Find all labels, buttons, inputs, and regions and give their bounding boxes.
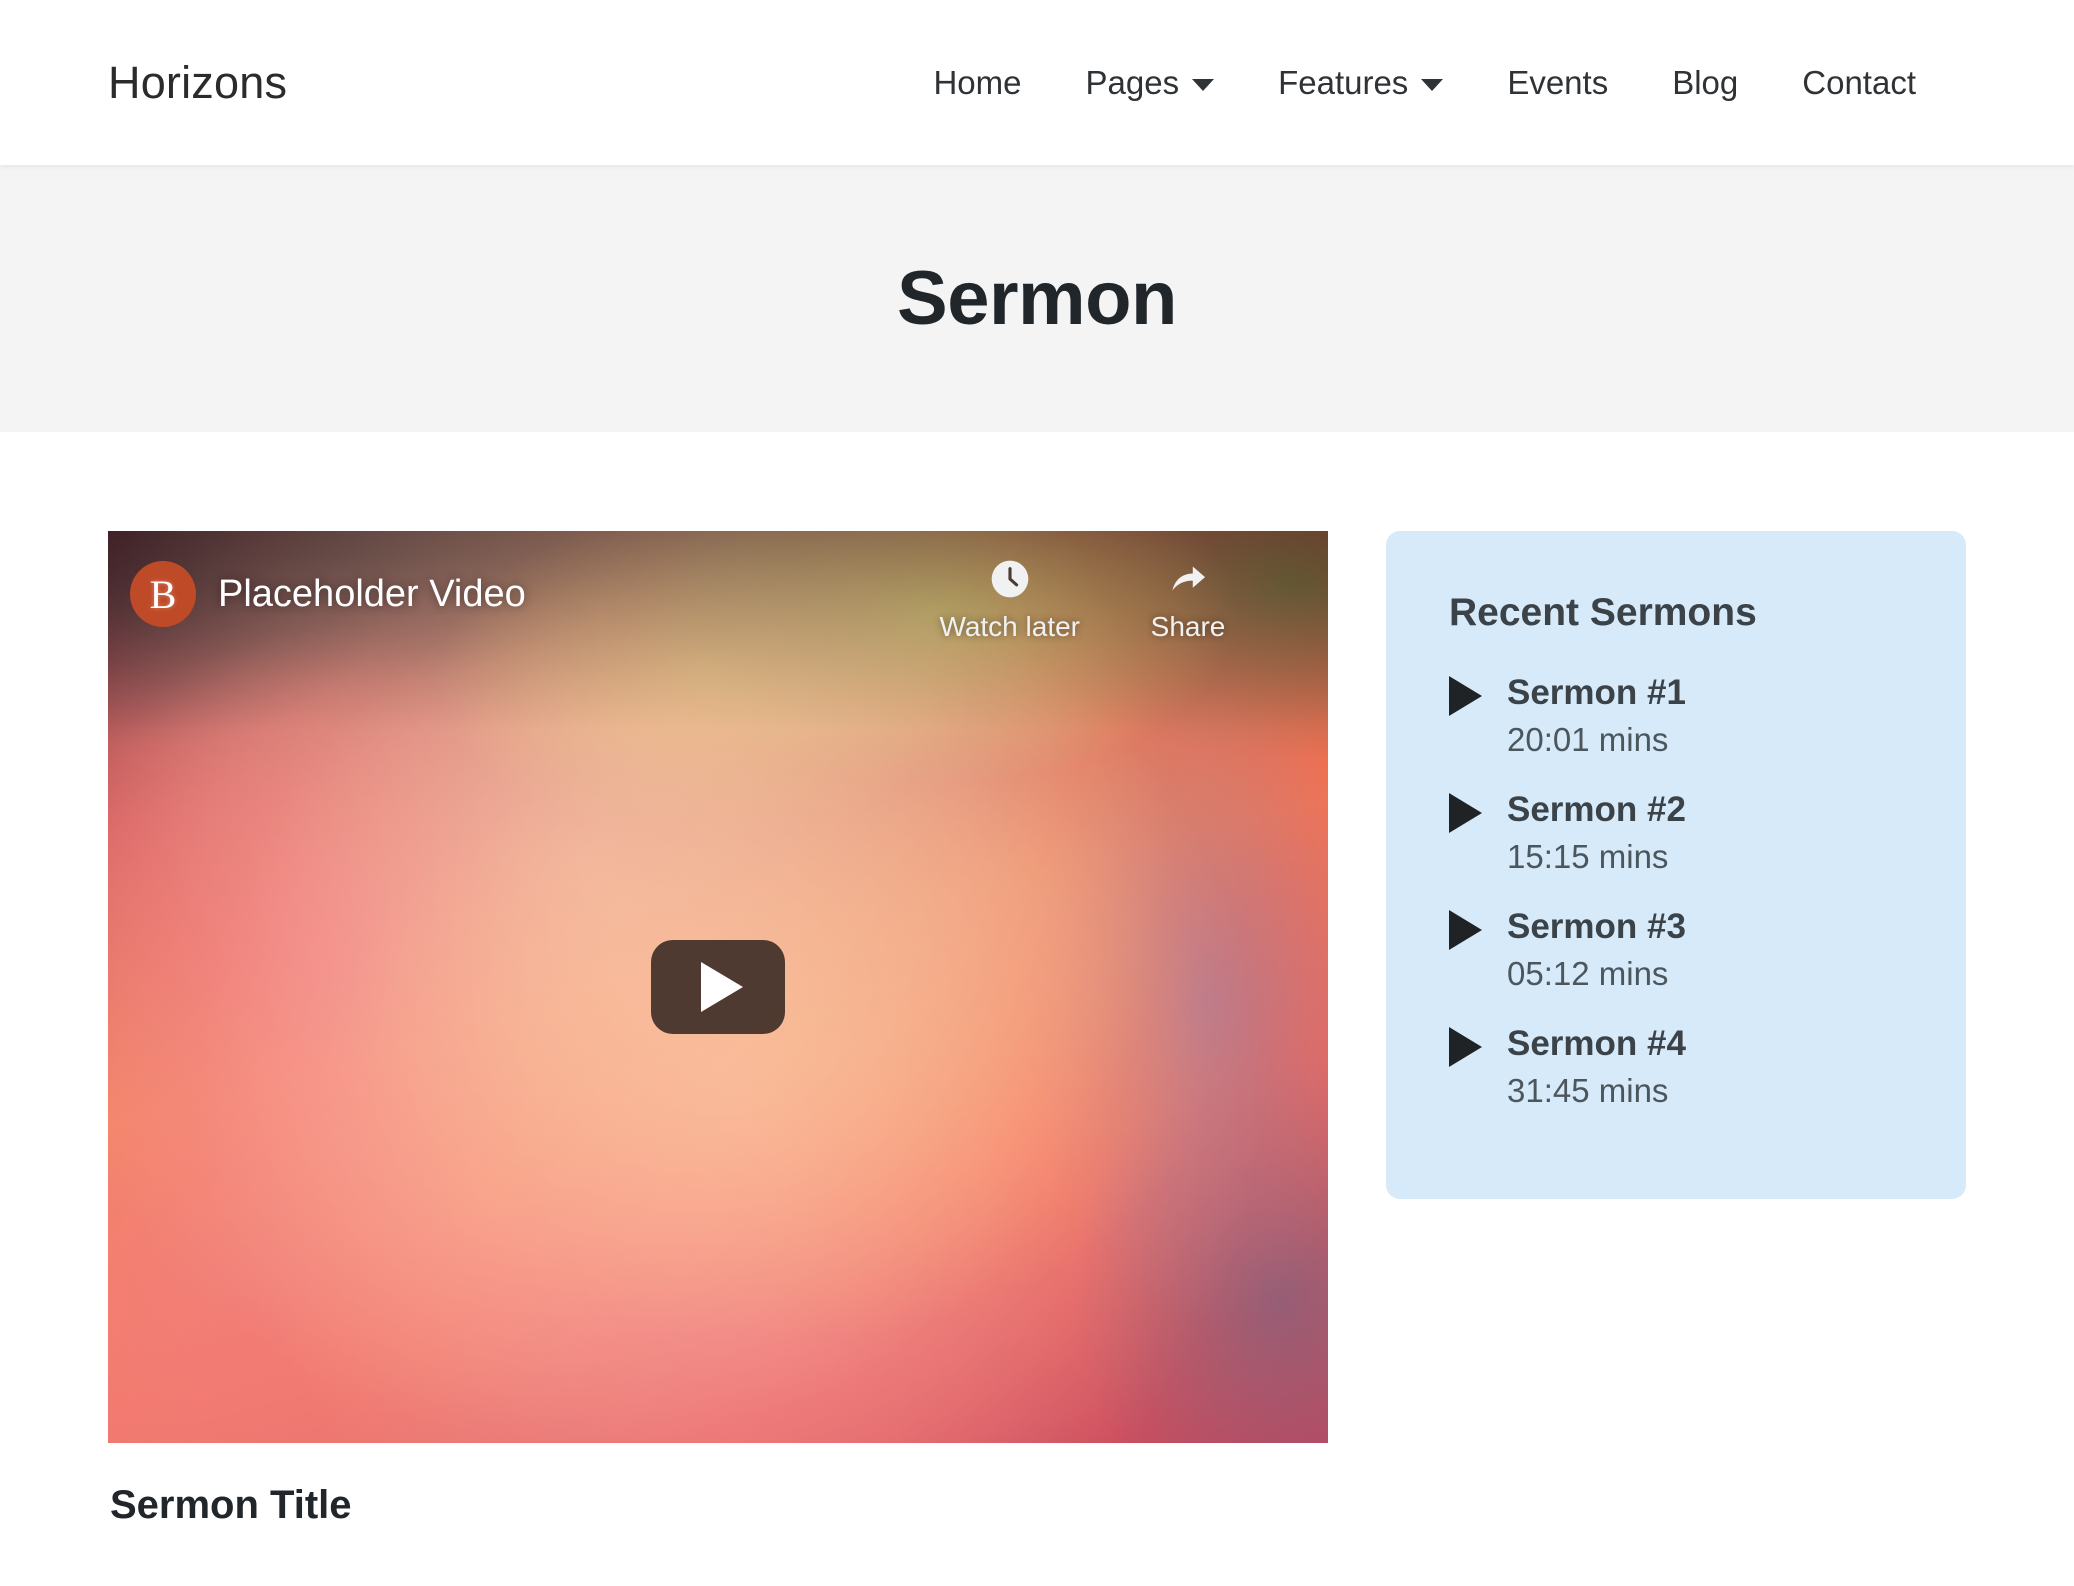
play-icon bbox=[1449, 793, 1482, 833]
video-overlay-header: B Placeholder Video Watch later Share bbox=[108, 531, 1328, 711]
share-label: Share bbox=[1150, 611, 1226, 642]
sermon-duration: 15:15 mins bbox=[1507, 837, 1669, 875]
channel-avatar[interactable]: B bbox=[130, 561, 196, 627]
play-button[interactable] bbox=[651, 940, 785, 1034]
play-icon bbox=[1449, 1027, 1482, 1067]
recent-sermons-card: Recent Sermons Sermon #1 20:01 mins Serm… bbox=[1386, 531, 1966, 1199]
share-arrow-icon bbox=[1172, 566, 1206, 591]
nav-item-home[interactable]: Home bbox=[901, 58, 1053, 108]
main-content: B Placeholder Video Watch later Share Se… bbox=[0, 432, 2074, 1586]
share-button[interactable]: Share bbox=[1118, 557, 1258, 643]
nav-label: Contact bbox=[1802, 63, 1916, 101]
sermon-name: Sermon #2 bbox=[1507, 790, 1686, 829]
list-item[interactable]: Sermon #4 31:45 mins bbox=[1449, 1022, 1966, 1111]
list-item[interactable]: Sermon #3 05:12 mins bbox=[1449, 905, 1966, 994]
chevron-down-icon bbox=[1421, 78, 1444, 91]
nav-label: Blog bbox=[1672, 63, 1739, 101]
clock-icon bbox=[991, 560, 1029, 598]
sermon-duration: 31:45 mins bbox=[1507, 1071, 1669, 1109]
site-header: Horizons Home Pages Features Events Blog… bbox=[0, 0, 2074, 165]
sermon-name: Sermon #3 bbox=[1507, 907, 1686, 946]
page-hero-banner: Sermon bbox=[0, 165, 2074, 432]
video-player[interactable]: B Placeholder Video Watch later Share bbox=[108, 531, 1328, 1443]
recent-sermons-list: Sermon #1 20:01 mins Sermon #2 15:15 min… bbox=[1449, 671, 1966, 1111]
video-channel-group[interactable]: B Placeholder Video bbox=[130, 557, 526, 627]
video-title[interactable]: Placeholder Video bbox=[218, 573, 526, 616]
nav-item-contact[interactable]: Contact bbox=[1770, 58, 1948, 108]
nav-item-features[interactable]: Features bbox=[1246, 58, 1475, 108]
sermon-name: Sermon #1 bbox=[1507, 673, 1686, 712]
list-item[interactable]: Sermon #2 15:15 mins bbox=[1449, 788, 1966, 877]
recent-sermons-heading: Recent Sermons bbox=[1449, 591, 1757, 634]
nav-label: Pages bbox=[1085, 63, 1180, 101]
list-item[interactable]: Sermon #1 20:01 mins bbox=[1449, 671, 1966, 760]
chevron-down-icon bbox=[1192, 78, 1215, 91]
nav-label: Home bbox=[933, 63, 1022, 101]
play-icon bbox=[1449, 910, 1482, 950]
sermon-name: Sermon #4 bbox=[1507, 1024, 1686, 1063]
nav-item-pages[interactable]: Pages bbox=[1054, 58, 1247, 108]
page-title: Sermon bbox=[897, 256, 1177, 341]
nav-label: Events bbox=[1507, 63, 1609, 101]
nav-item-events[interactable]: Events bbox=[1475, 58, 1640, 108]
nav-item-blog[interactable]: Blog bbox=[1640, 58, 1770, 108]
sermon-caption: Sermon Title bbox=[110, 1483, 352, 1527]
sermon-duration: 20:01 mins bbox=[1507, 720, 1669, 758]
video-actions: Watch later Share bbox=[939, 557, 1288, 643]
play-icon bbox=[1449, 676, 1482, 716]
watch-later-label: Watch later bbox=[939, 611, 1080, 642]
main-navigation: Home Pages Features Events Blog Contact bbox=[901, 58, 1948, 108]
nav-label: Features bbox=[1278, 63, 1409, 101]
sermon-duration: 05:12 mins bbox=[1507, 954, 1669, 992]
watch-later-button[interactable]: Watch later bbox=[939, 557, 1080, 643]
play-icon bbox=[701, 962, 743, 1012]
brand-logo[interactable]: Horizons bbox=[108, 57, 287, 109]
